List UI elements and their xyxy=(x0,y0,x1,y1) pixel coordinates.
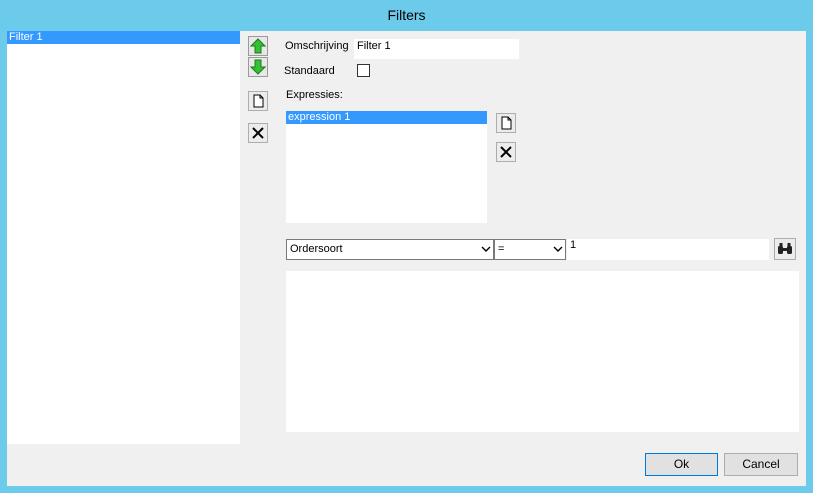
expressions-listbox[interactable]: expression 1 xyxy=(286,111,487,223)
field-select-value: Ordersoort xyxy=(290,243,343,255)
field-select[interactable]: Ordersoort xyxy=(286,239,494,260)
arrow-up-icon xyxy=(250,38,266,54)
description-label: Omschrijving xyxy=(285,40,349,52)
filters-dialog: Filters Filter 1 Omschrijving Filter 1 S… xyxy=(0,0,813,493)
default-label: Standaard xyxy=(284,65,335,77)
window-title: Filters xyxy=(387,7,426,23)
delete-expression-button[interactable] xyxy=(496,142,516,162)
delete-icon xyxy=(252,127,264,139)
chevron-down-icon xyxy=(553,246,563,252)
expression-editor-area[interactable] xyxy=(286,271,799,432)
filters-listbox[interactable]: Filter 1 xyxy=(7,31,240,444)
delete-filter-button[interactable] xyxy=(248,123,268,143)
ok-button[interactable]: Ok xyxy=(645,453,718,476)
condition-value-input[interactable]: 1 xyxy=(567,239,769,260)
dialog-client-area: Filter 1 Omschrijving Filter 1 Standaard… xyxy=(7,31,806,486)
delete-icon xyxy=(500,146,512,158)
chevron-down-icon xyxy=(481,246,491,252)
operator-select[interactable]: = xyxy=(494,239,566,260)
expressions-label: Expressies: xyxy=(286,89,343,101)
move-up-button[interactable] xyxy=(248,36,268,56)
new-document-icon xyxy=(501,116,512,130)
default-checkbox[interactable] xyxy=(357,64,370,77)
new-filter-button[interactable] xyxy=(248,91,268,111)
binoculars-icon xyxy=(778,243,792,254)
search-button[interactable] xyxy=(774,238,796,260)
arrow-down-icon xyxy=(250,59,266,75)
operator-select-value: = xyxy=(498,243,505,255)
description-input[interactable]: Filter 1 xyxy=(354,39,519,59)
expression-list-item[interactable]: expression 1 xyxy=(286,111,487,124)
cancel-button[interactable]: Cancel xyxy=(724,453,798,476)
filter-list-item[interactable]: Filter 1 xyxy=(7,31,240,44)
new-expression-button[interactable] xyxy=(496,113,516,133)
new-document-icon xyxy=(253,94,264,108)
move-down-button[interactable] xyxy=(248,57,268,77)
